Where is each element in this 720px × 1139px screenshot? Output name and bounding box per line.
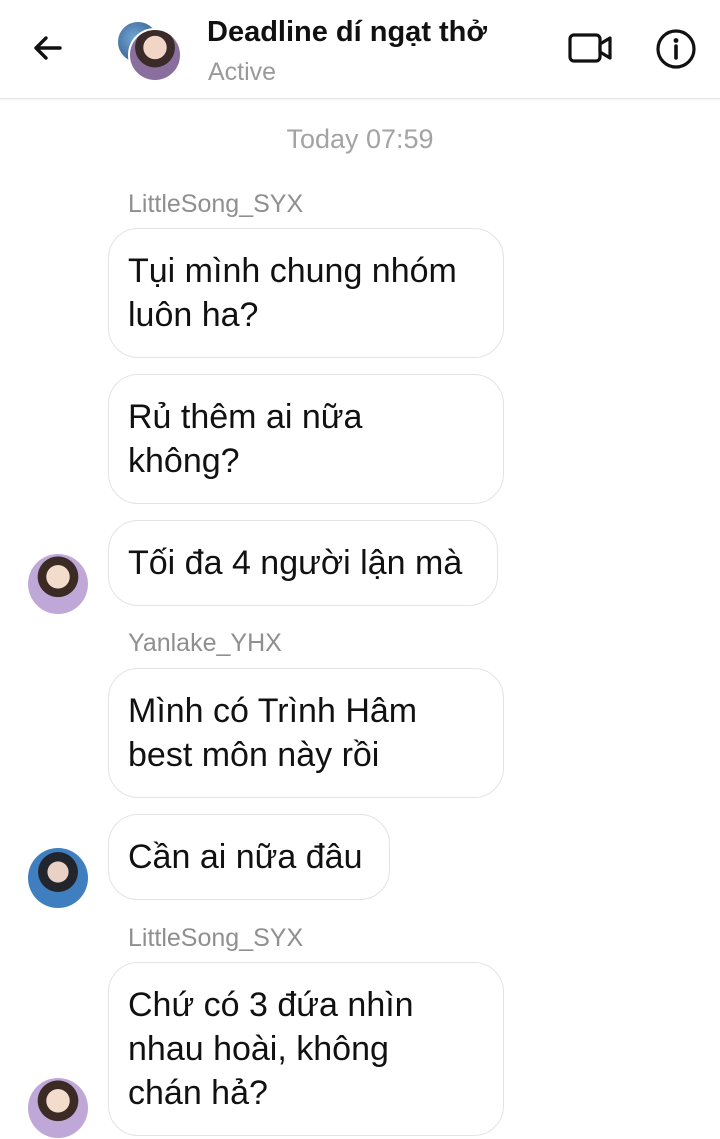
video-call-button[interactable] <box>566 28 614 68</box>
back-arrow-icon <box>34 36 62 60</box>
chat-header: Deadline dí ngạt thở Active <box>0 0 720 99</box>
sender-avatar[interactable] <box>28 554 88 614</box>
sender-avatar[interactable] <box>28 848 88 908</box>
sender-avatar[interactable] <box>28 1078 88 1138</box>
message-bubble[interactable]: Rủ thêm ai nữa không? <box>108 374 504 504</box>
sender-name: LittleSong_SYX <box>128 924 304 952</box>
sender-name: Yanlake_YHX <box>128 629 282 657</box>
message-timestamp: Today 07:59 <box>286 124 434 154</box>
sender-name: LittleSong_SYX <box>128 190 304 218</box>
message-bubble[interactable]: Cần ai nữa đâu <box>108 814 390 900</box>
chat-status: Active <box>208 58 277 86</box>
message-bubble[interactable]: Tụi mình chung nhóm luôn ha? <box>108 228 504 358</box>
info-button[interactable] <box>654 27 698 71</box>
back-button[interactable] <box>28 28 68 68</box>
chat-title[interactable]: Deadline dí ngạt thở <box>207 16 487 49</box>
info-icon <box>656 29 696 69</box>
video-call-icon <box>568 33 612 63</box>
group-avatar[interactable] <box>116 14 182 82</box>
message-bubble[interactable]: Tối đa 4 người lận mà <box>108 520 498 606</box>
message-bubble[interactable]: Chứ có 3 đứa nhìn nhau hoài, không chán … <box>108 962 504 1136</box>
message-bubble[interactable]: Mình có Trình Hâm best môn này rồi <box>108 668 504 798</box>
group-avatar-member-2 <box>128 28 182 82</box>
